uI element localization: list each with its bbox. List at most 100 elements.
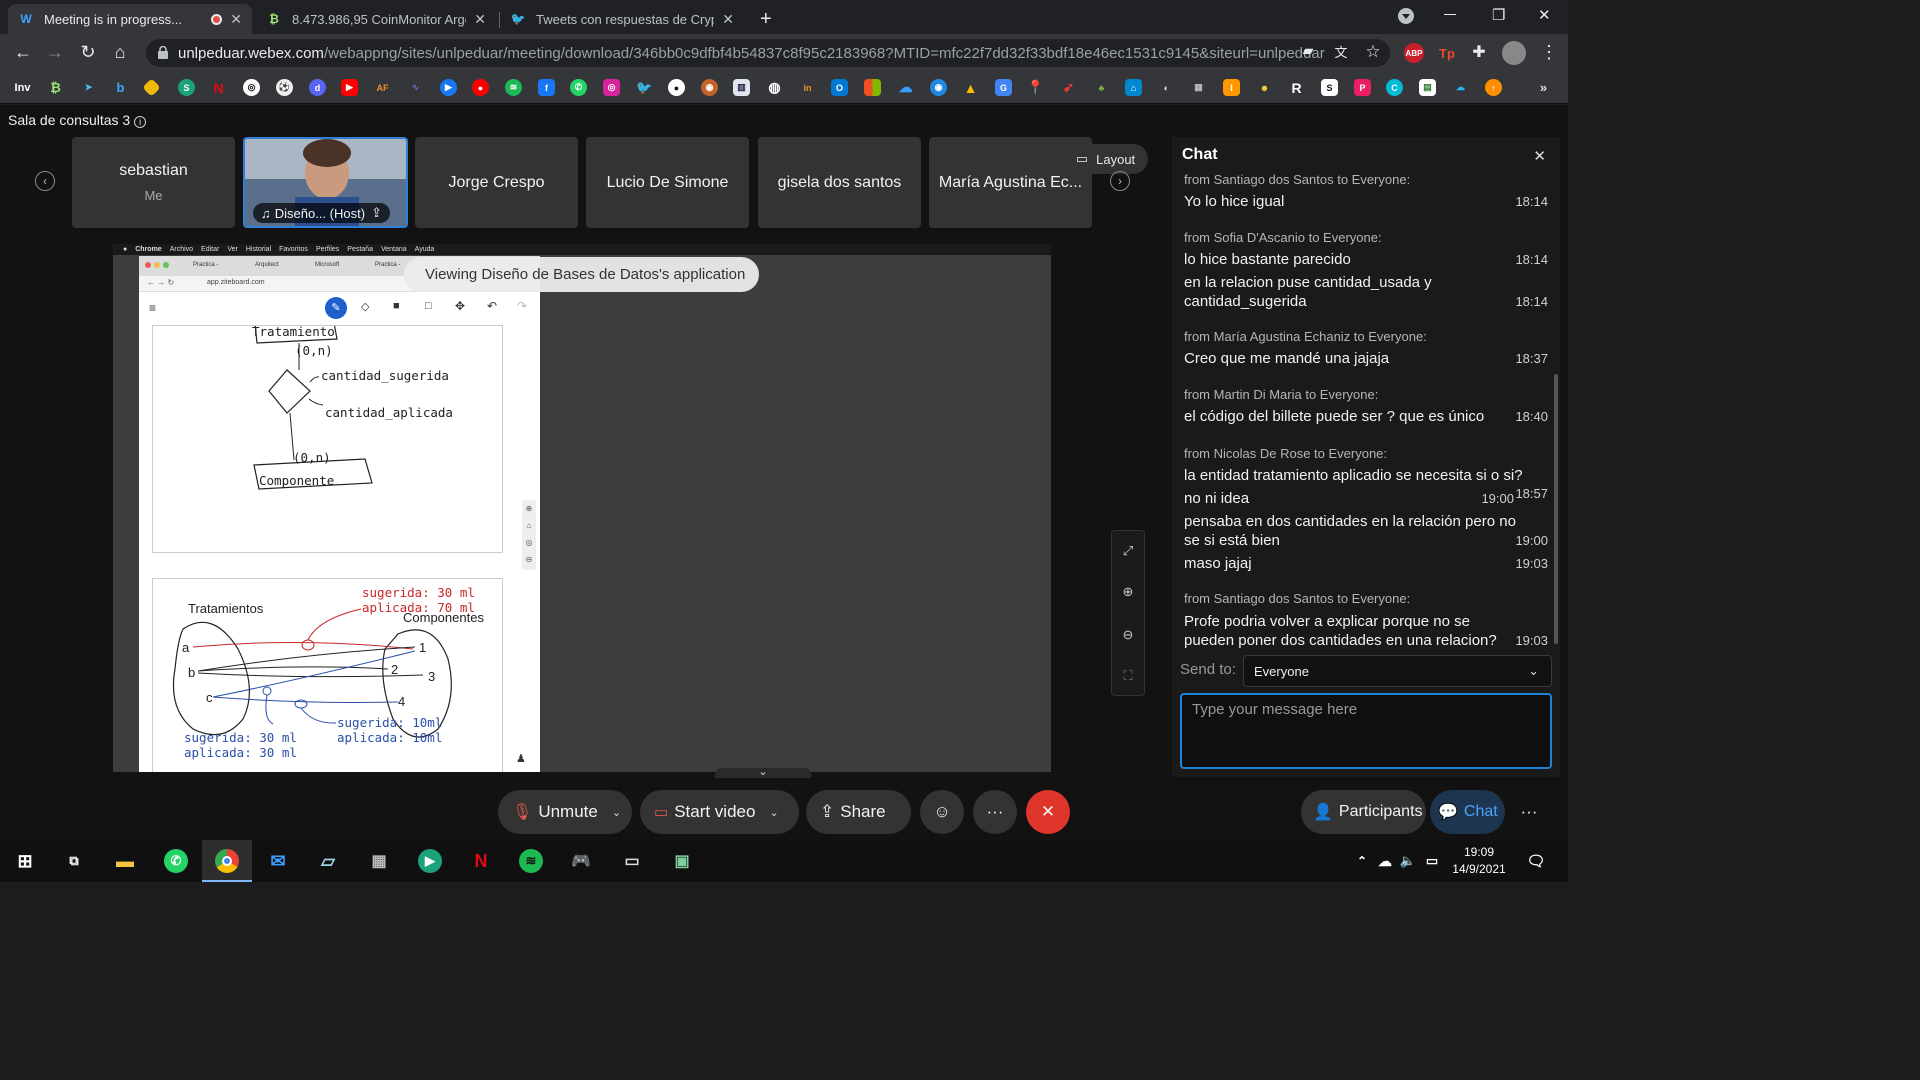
adblock-plus-icon[interactable]: ABP	[1404, 43, 1424, 63]
participants-button[interactable]: 👤 Participants	[1301, 790, 1426, 834]
participant-tile-self[interactable]: sebastian Me	[72, 137, 235, 228]
participant-tile-gisela-dos-santos[interactable]: gisela dos santos	[758, 137, 921, 228]
reload-icon[interactable]: ↻	[77, 42, 99, 63]
spotify-icon[interactable]: ≋	[519, 849, 543, 873]
menu-kebab-icon[interactable]: ⋮	[1538, 42, 1560, 63]
bookmark-arrow-icon[interactable]: ➤	[80, 79, 97, 96]
bookmark-instagram-icon[interactable]: ◎	[603, 79, 620, 96]
file-explorer-icon[interactable]: ▬	[113, 849, 137, 873]
bookmark-r-icon[interactable]: R	[1288, 79, 1305, 96]
bookmark-in-icon[interactable]: in	[799, 79, 816, 96]
camera-blocked-icon[interactable]: ▰	[1297, 42, 1319, 59]
bookmark-play-icon[interactable]: ▶	[440, 79, 457, 96]
bookmark-facebook-icon[interactable]: f	[538, 79, 555, 96]
bookmark-swirl-icon[interactable]: ∿	[407, 79, 424, 96]
bookmark-calendar-icon[interactable]: ▤	[1419, 79, 1436, 96]
bookmark-p-icon[interactable]: P	[1354, 79, 1371, 96]
new-tab-button[interactable]: +	[750, 4, 780, 34]
bookmark-orange-icon[interactable]: ◉	[701, 79, 718, 96]
bookmarks-overflow-icon[interactable]: »	[1535, 79, 1552, 96]
terminal-icon[interactable]: ▭	[620, 849, 644, 873]
participants-prev-icon[interactable]: ‹	[35, 171, 55, 191]
bookmark-steam-icon[interactable]: ◐	[1158, 79, 1175, 96]
whatsapp-icon[interactable]: ✆	[164, 849, 188, 873]
bookmark-drive-icon[interactable]: ▲	[962, 79, 979, 96]
media-player-icon[interactable]: ▶	[418, 849, 442, 873]
bookmark-b-icon[interactable]: b	[112, 79, 129, 96]
bookmark-investing-icon[interactable]: Inv	[14, 79, 31, 96]
tab-coinmonitor[interactable]: ₿ 8.473.986,95 CoinMonitor Argent ✕	[256, 4, 496, 34]
bookmark-green-icon[interactable]: ♣	[1093, 79, 1110, 96]
send-to-select[interactable]: Everyone ⌄	[1243, 655, 1552, 687]
reactions-button[interactable]: ☺	[920, 790, 964, 834]
bookmark-star-icon[interactable]: ☆	[1362, 42, 1384, 62]
task-view-icon[interactable]: ⧉	[62, 849, 86, 873]
bookmark-soccer-icon[interactable]: ⚽	[276, 79, 293, 96]
onedrive-tray-icon[interactable]: ☁	[1373, 849, 1397, 873]
collapse-controls-icon[interactable]: ⌄	[715, 767, 811, 778]
participants-next-icon[interactable]: ›	[1110, 171, 1130, 191]
bookmark-spotify-icon[interactable]: ≋	[505, 79, 522, 96]
layout-button[interactable]: ▭ Layout	[1063, 144, 1148, 174]
app-window-icon[interactable]: ▣	[670, 849, 694, 873]
windows-start-icon[interactable]: ⊞	[13, 849, 37, 873]
bookmark-red-swoosh-icon[interactable]: ➶	[1060, 79, 1077, 96]
tab-search-icon[interactable]	[1398, 8, 1414, 24]
close-tab-icon[interactable]: ✕	[474, 11, 486, 28]
system-clock[interactable]: 19:09 14/9/2021	[1440, 844, 1518, 878]
chevron-down-icon[interactable]: ⌄	[769, 806, 778, 819]
mail-icon[interactable]: ✉	[266, 849, 290, 873]
close-tab-icon[interactable]: ✕	[722, 11, 734, 28]
tab-webex-meeting[interactable]: W Meeting is in progress... ✕	[8, 4, 252, 34]
bookmark-coinmonitor-icon[interactable]: ₿	[47, 79, 64, 96]
bookmark-whatsapp-icon[interactable]: ✆	[570, 79, 587, 96]
home-icon[interactable]: ⌂	[109, 42, 131, 63]
chat-message-input[interactable]	[1180, 693, 1552, 769]
participant-tile-jorge-crespo[interactable]: Jorge Crespo	[415, 137, 578, 228]
notes-icon[interactable]: ▱	[316, 849, 340, 873]
bookmark-s-square-icon[interactable]: S	[1321, 79, 1338, 96]
bookmark-netflix-icon[interactable]: N	[210, 79, 227, 96]
info-icon[interactable]: i	[134, 116, 147, 128]
leave-meeting-button[interactable]: ✕	[1026, 790, 1070, 834]
bookmark-blue-circle-icon[interactable]: ◉	[930, 79, 947, 96]
start-video-button[interactable]: ▭ Start video ⌄	[640, 790, 799, 834]
forward-icon[interactable]: →	[44, 42, 66, 63]
bookmark-yellow-icon[interactable]: ☻	[1256, 79, 1273, 96]
panel-more-button[interactable]: ···	[1507, 790, 1551, 834]
back-icon[interactable]: ←	[12, 42, 34, 63]
calculator-icon[interactable]: ▦	[367, 849, 391, 873]
close-chat-icon[interactable]: ✕	[1533, 147, 1546, 165]
bookmark-binance-icon[interactable]	[142, 78, 161, 97]
bookmark-youtube-music-icon[interactable]: ●	[472, 79, 489, 96]
close-window-icon[interactable]: ✕	[1538, 6, 1551, 24]
more-options-button[interactable]: ···	[973, 790, 1017, 834]
bookmark-s-icon[interactable]: S	[178, 79, 195, 96]
bookmark-maps-icon[interactable]: 📍	[1027, 79, 1044, 96]
close-tab-icon[interactable]: ✕	[230, 11, 242, 28]
bookmark-arrow-up-icon[interactable]: ↑	[1485, 79, 1502, 96]
translate-icon[interactable]: 文	[1330, 42, 1352, 61]
share-button[interactable]: ⇪ Share	[806, 790, 911, 834]
chat-scrollbar[interactable]	[1554, 374, 1558, 644]
bookmark-outlook-icon[interactable]: O	[831, 79, 848, 96]
fullscreen-icon[interactable]: ⤢	[1112, 543, 1144, 559]
zoom-out-icon[interactable]: ⊖	[1112, 627, 1144, 643]
bookmark-c-icon[interactable]: C	[1386, 79, 1403, 96]
bookmark-youtube-icon[interactable]: ▶	[341, 79, 358, 96]
gamepad-icon[interactable]: 🎮	[569, 849, 593, 873]
netflix-icon[interactable]: N	[469, 849, 493, 873]
bookmark-discord-icon[interactable]: d	[309, 79, 326, 96]
bookmark-grid-icon[interactable]: ▦	[1190, 79, 1207, 96]
participant-tile-host-video[interactable]: ♫ Diseño... (Host) ⇪	[243, 137, 408, 228]
chrome-icon[interactable]	[215, 849, 239, 873]
zoom-in-icon[interactable]: ⊕	[1112, 584, 1144, 600]
bookmark-globe-icon[interactable]: ◍	[766, 79, 783, 96]
tp-extension-icon[interactable]: Tp	[1437, 43, 1457, 63]
notifications-icon[interactable]: 🗨	[1524, 849, 1548, 873]
tray-chevron-up-icon[interactable]: ⌃	[1350, 849, 1374, 873]
restore-icon[interactable]: ❐	[1492, 6, 1505, 24]
bookmark-box-icon[interactable]: ⌂	[1125, 79, 1142, 96]
bookmark-cloud-icon[interactable]: ☁	[1452, 79, 1469, 96]
bookmark-onedrive-icon[interactable]: ☁	[897, 79, 914, 96]
